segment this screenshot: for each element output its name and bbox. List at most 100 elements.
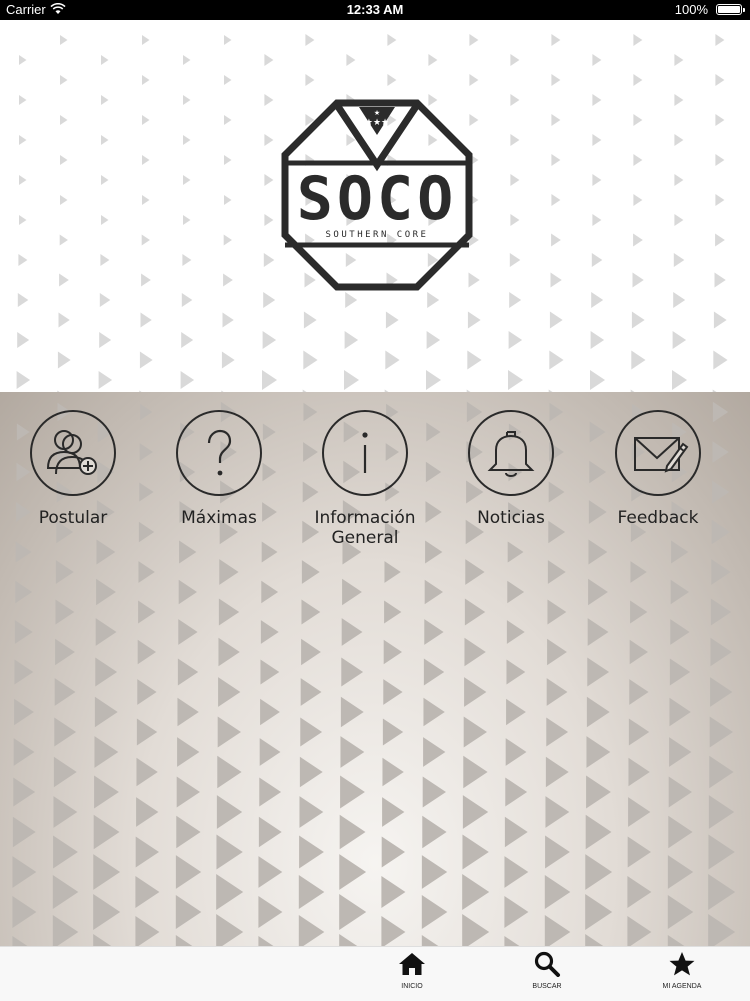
pattern-triangle [631, 350, 646, 370]
pattern-triangle [19, 215, 27, 225]
pattern-triangle [385, 311, 399, 329]
pattern-triangle [139, 443, 153, 461]
pattern-triangle [674, 214, 684, 226]
menu-postular[interactable]: Postular [8, 410, 138, 528]
pattern-triangle [551, 194, 561, 206]
pattern-triangle [504, 896, 529, 928]
pattern-triangle [142, 35, 150, 45]
pattern-triangle [183, 95, 191, 105]
pattern-triangle [505, 738, 527, 766]
pattern-triangle [55, 599, 75, 625]
tab-buscar[interactable]: BUSCAR [502, 951, 592, 990]
pattern-triangle [54, 678, 76, 706]
pattern-triangle [100, 254, 110, 266]
pattern-triangle [510, 134, 520, 146]
pattern-triangle [262, 370, 277, 390]
pattern-triangle [340, 736, 365, 768]
pattern-triangle [19, 135, 27, 145]
pattern-triangle [101, 215, 109, 225]
search-icon [534, 951, 560, 977]
pattern-triangle [549, 350, 564, 370]
soco-logo: ★★★ ★ SOCO SOUTHERN CORE [281, 99, 473, 291]
pattern-triangle [627, 836, 651, 868]
pattern-triangle [551, 74, 561, 86]
pattern-triangle [709, 755, 734, 789]
menu-feedback[interactable]: Feedback [593, 410, 723, 528]
pattern-triangle [428, 54, 438, 66]
pattern-triangle [15, 541, 32, 563]
pattern-triangle [339, 894, 367, 930]
pattern-triangle [628, 797, 651, 827]
pattern-triangle [299, 756, 323, 788]
pattern-triangle [590, 370, 605, 390]
pattern-triangle [585, 934, 604, 946]
pattern-triangle [631, 311, 645, 329]
pattern-triangle [464, 677, 487, 707]
pattern-triangle [592, 94, 602, 106]
pattern-triangle [587, 657, 610, 687]
pattern-triangle [462, 795, 489, 829]
pattern-triangle [627, 916, 652, 946]
pattern-triangle [299, 796, 324, 828]
pattern-triangle [135, 916, 160, 946]
pattern-triangle [587, 618, 609, 646]
battery-percent: 100% [674, 2, 708, 17]
menu-noticias[interactable]: Noticias [446, 410, 576, 528]
pattern-triangle [12, 936, 28, 946]
pattern-triangle [346, 54, 356, 66]
pattern-triangle [16, 371, 31, 389]
pattern-triangle [545, 835, 570, 869]
pattern-triangle [671, 540, 689, 564]
pattern-triangle [305, 74, 315, 86]
pattern-triangle [339, 934, 358, 946]
pattern-triangle [504, 816, 528, 848]
pattern-triangle [341, 618, 363, 646]
pattern-triangle [382, 797, 405, 827]
pattern-triangle [547, 638, 567, 666]
pattern-triangle [141, 273, 151, 287]
tab-mi-agenda[interactable]: MI AGENDA [637, 951, 727, 990]
pattern-triangle [467, 311, 481, 329]
menu-maximas[interactable]: Máximas [154, 410, 284, 528]
pattern-triangle [298, 915, 325, 946]
pattern-triangle [58, 312, 70, 328]
pattern-triangle [550, 272, 562, 288]
pattern-triangle [175, 895, 202, 929]
pattern-triangle [175, 935, 193, 946]
pattern-triangle [258, 856, 283, 888]
pattern-triangle [383, 639, 402, 665]
pattern-triangle [224, 155, 232, 165]
pattern-triangle [183, 175, 191, 185]
menu-informacion-general[interactable]: Información General [300, 410, 430, 548]
pattern-triangle [299, 835, 324, 869]
pattern-triangle [507, 580, 525, 604]
pattern-triangle [264, 214, 274, 226]
pattern-triangle [668, 776, 692, 808]
pattern-triangle [628, 718, 650, 746]
pattern-triangle [674, 174, 684, 186]
pattern-triangle [18, 254, 28, 266]
pattern-triangle [181, 293, 193, 307]
pattern-triangle [216, 834, 243, 870]
pattern-triangle [57, 351, 71, 369]
menu-informacion-circle [322, 410, 408, 496]
pattern-triangle [261, 580, 279, 604]
pattern-triangle [585, 814, 612, 850]
pattern-triangle [13, 738, 35, 766]
menu-feedback-label: Feedback [617, 508, 699, 528]
pattern-triangle [381, 916, 406, 946]
pattern-triangle [426, 331, 441, 349]
pattern-triangle [95, 657, 118, 687]
tab-inicio[interactable]: INICIO [367, 951, 457, 990]
pattern-triangle [139, 482, 154, 502]
menu-maximas-circle [176, 410, 262, 496]
pattern-triangle [136, 797, 159, 827]
pattern-triangle [667, 855, 694, 889]
pattern-triangle [258, 896, 283, 928]
menu-postular-circle [30, 410, 116, 496]
pattern-triangle [510, 214, 520, 226]
pattern-triangle [469, 34, 479, 46]
pattern-triangle [142, 75, 150, 85]
pattern-triangle [674, 94, 684, 106]
pattern-triangle [551, 233, 561, 247]
